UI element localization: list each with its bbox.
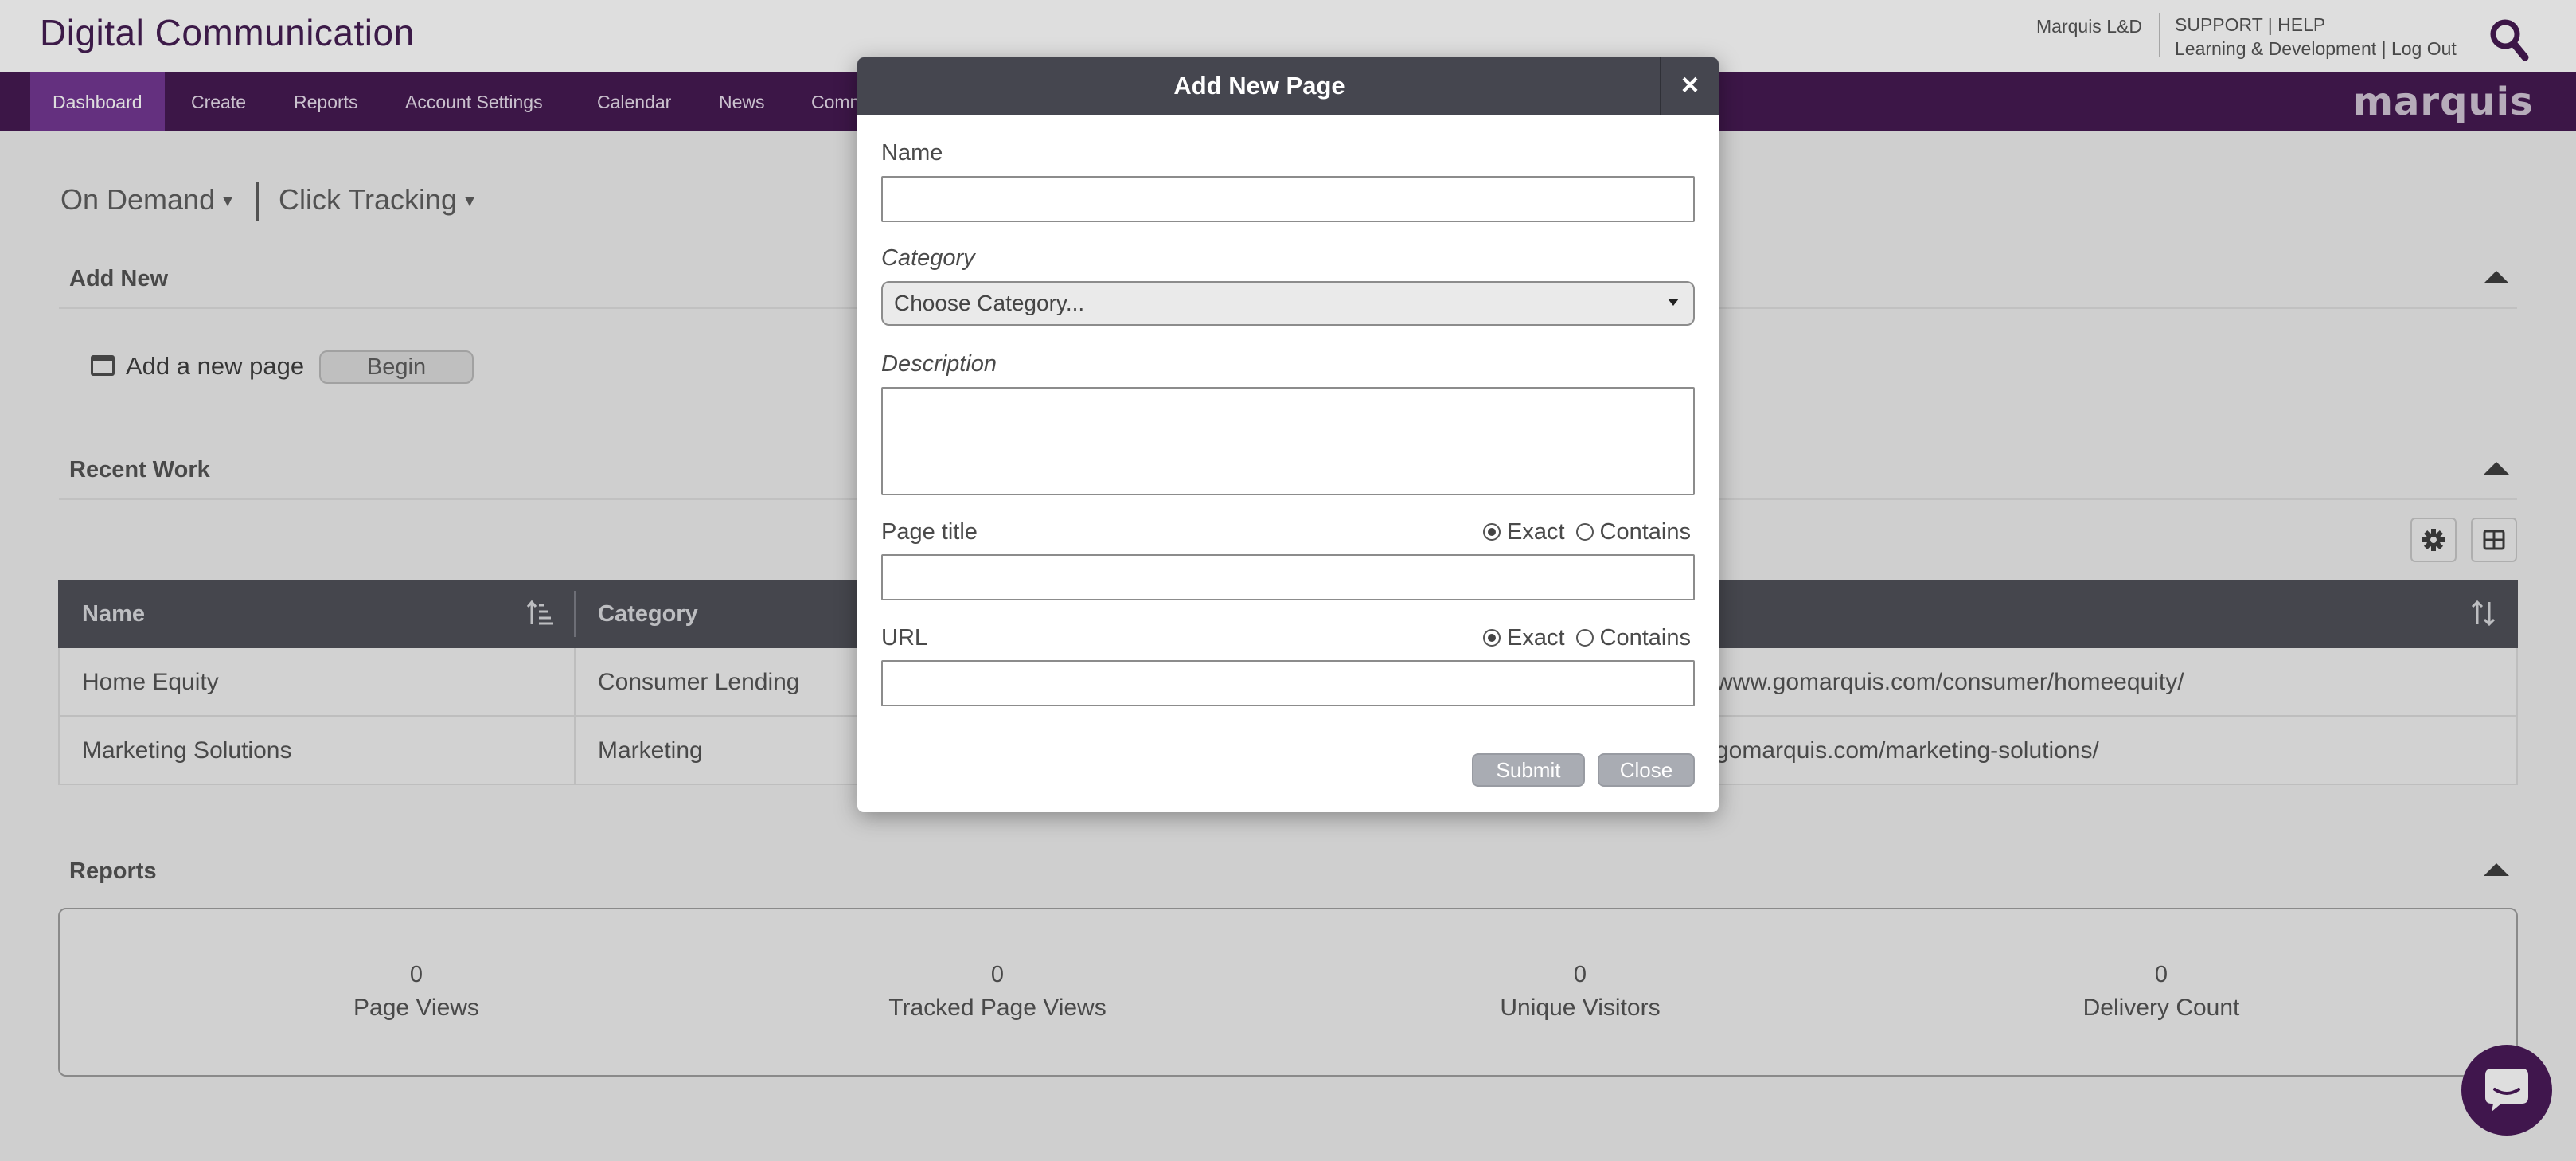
exact-label: Exact — [1507, 519, 1565, 545]
dialog-header: Add New Page × — [857, 57, 1719, 115]
dialog-title: Add New Page — [1173, 72, 1345, 100]
submit-button[interactable]: Submit — [1472, 753, 1585, 787]
description-label: Description — [881, 351, 997, 377]
description-field[interactable] — [881, 387, 1695, 495]
page-title-field[interactable] — [881, 554, 1695, 600]
close-button[interactable]: Close — [1598, 753, 1695, 787]
add-new-page-dialog: Add New Page × Name Category Choose Cate… — [857, 57, 1719, 812]
contains-label: Contains — [1599, 625, 1691, 651]
chevron-down-icon — [1668, 299, 1679, 306]
category-selected-value: Choose Category... — [894, 291, 1085, 315]
category-label: Category — [881, 245, 975, 271]
category-select[interactable]: Choose Category... — [881, 281, 1695, 326]
name-label: Name — [881, 140, 943, 166]
url-field[interactable] — [881, 660, 1695, 706]
page-title-exact-radio[interactable] — [1483, 523, 1501, 541]
url-exact-radio[interactable] — [1483, 629, 1501, 647]
url-match-options: Exact Contains — [1483, 625, 1702, 651]
close-icon[interactable]: × — [1660, 57, 1719, 115]
url-label: URL — [881, 625, 928, 651]
exact-label: Exact — [1507, 625, 1565, 651]
name-field[interactable] — [881, 176, 1695, 222]
url-contains-radio[interactable] — [1575, 629, 1594, 647]
contains-label: Contains — [1599, 519, 1691, 545]
page-title-label: Page title — [881, 519, 978, 545]
page-title-match-options: Exact Contains — [1483, 519, 1702, 545]
page-title-contains-radio[interactable] — [1575, 523, 1594, 541]
